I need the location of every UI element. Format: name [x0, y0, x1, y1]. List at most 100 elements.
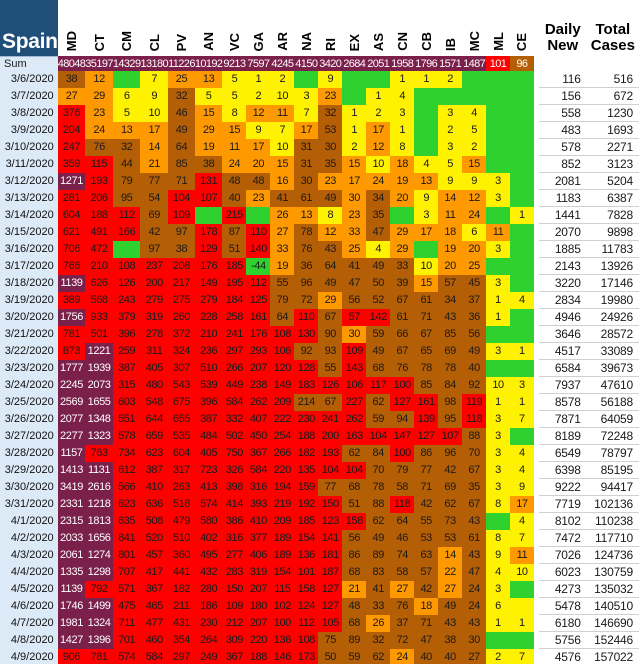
heatmap-cell[interactable]: 9	[486, 546, 510, 564]
heatmap-cell[interactable]: 127	[318, 597, 343, 615]
heatmap-cell[interactable]: 108	[294, 631, 319, 649]
heatmap-cell[interactable]: 78	[438, 359, 463, 377]
heatmap-cell[interactable]: 4	[366, 240, 391, 258]
heatmap-cell[interactable]: 40	[222, 189, 247, 207]
heatmap-cell[interactable]: 62	[366, 648, 391, 664]
heatmap-cell[interactable]: 53	[414, 529, 439, 547]
heatmap-cell[interactable]: 222	[270, 410, 295, 428]
heatmap-cell[interactable]: 130	[294, 325, 319, 343]
sum-cell[interactable]: 10192	[194, 56, 223, 71]
heatmap-cell[interactable]	[486, 87, 510, 105]
heatmap-cell[interactable]: 501	[85, 325, 113, 343]
heatmap-cell[interactable]: 37	[390, 614, 415, 632]
heatmap-cell[interactable]: 241	[318, 410, 343, 428]
heatmap-cell[interactable]: 10	[366, 155, 391, 173]
heatmap-cell[interactable]: 675	[168, 393, 195, 411]
heatmap-cell[interactable]: 210	[85, 257, 113, 275]
heatmap-cell[interactable]: 35	[318, 155, 343, 173]
heatmap-cell[interactable]: 933	[85, 308, 113, 326]
heatmap-cell[interactable]: 1	[509, 614, 534, 632]
heatmap-cell[interactable]: 62	[366, 512, 391, 530]
heatmap-cell[interactable]: 1139	[57, 580, 86, 598]
heatmap-cell[interactable]: 92	[462, 376, 487, 394]
heatmap-cell[interactable]: 98	[438, 393, 463, 411]
heatmap-cell[interactable]: 46	[168, 104, 195, 122]
heatmap-cell[interactable]: 100	[270, 614, 295, 632]
row-date-label[interactable]: 4/9/2020	[0, 648, 58, 664]
heatmap-cell[interactable]: 79	[390, 461, 415, 479]
heatmap-cell[interactable]: 2	[462, 138, 487, 156]
heatmap-cell[interactable]: 396	[112, 325, 141, 343]
heatmap-cell[interactable]: 1499	[85, 597, 113, 615]
heatmap-cell[interactable]: 97	[140, 240, 169, 258]
heatmap-cell[interactable]	[509, 121, 534, 139]
heatmap-cell[interactable]: 79	[270, 291, 295, 309]
heatmap-cell[interactable]: 50	[318, 648, 343, 664]
heatmap-cell[interactable]: 1	[342, 121, 367, 139]
heatmap-cell[interactable]: 574	[194, 495, 223, 513]
row-date-label[interactable]: 3/31/2020	[0, 495, 58, 513]
heatmap-cell[interactable]	[462, 71, 487, 88]
heatmap-cell[interactable]: 141	[318, 529, 343, 547]
heatmap-cell[interactable]: 6	[112, 87, 141, 105]
heatmap-cell[interactable]: 70	[462, 444, 487, 462]
heatmap-cell[interactable]: 1	[342, 104, 367, 122]
heatmap-cell[interactable]: 389	[57, 291, 86, 309]
row-date-label[interactable]: 3/23/2020	[0, 359, 58, 377]
heatmap-cell[interactable]: 1157	[57, 444, 86, 462]
heatmap-cell[interactable]: 194	[270, 478, 295, 496]
heatmap-cell[interactable]	[509, 257, 534, 275]
heatmap-cell[interactable]: 3	[486, 274, 510, 292]
row-date-label[interactable]: 4/5/2020	[0, 580, 58, 598]
heatmap-cell[interactable]: 23	[318, 172, 343, 190]
heatmap-cell[interactable]: 477	[140, 614, 169, 632]
heatmap-cell[interactable]: 188	[85, 206, 113, 224]
heatmap-cell[interactable]: 209	[270, 393, 295, 411]
heatmap-cell[interactable]: 2	[270, 71, 295, 88]
heatmap-cell[interactable]: 379	[112, 308, 141, 326]
heatmap-cell[interactable]: 83	[366, 563, 391, 581]
heatmap-cell[interactable]: 69	[438, 478, 463, 496]
heatmap-cell[interactable]: 520	[140, 529, 169, 547]
heatmap-cell[interactable]: 48	[222, 172, 247, 190]
column-header-ex[interactable]: EX	[342, 0, 367, 56]
heatmap-cell[interactable]: 472	[85, 240, 113, 258]
heatmap-cell[interactable]: 93	[318, 342, 343, 360]
row-date-label[interactable]: 3/9/2020	[0, 121, 58, 139]
row-date-label[interactable]: 4/7/2020	[0, 614, 58, 632]
heatmap-cell[interactable]: 417	[140, 563, 169, 581]
heatmap-cell[interactable]: 58	[390, 563, 415, 581]
heatmap-cell[interactable]: 324	[168, 342, 195, 360]
heatmap-cell[interactable]	[509, 274, 534, 292]
heatmap-cell[interactable]: 15	[414, 274, 439, 292]
heatmap-cell[interactable]: 18	[414, 597, 439, 615]
heatmap-cell[interactable]	[112, 71, 141, 88]
heatmap-cell[interactable]: 94	[390, 410, 415, 428]
heatmap-cell[interactable]: 46	[390, 529, 415, 547]
heatmap-cell[interactable]: 387	[194, 410, 223, 428]
heatmap-cell[interactable]: 26	[366, 614, 391, 632]
heatmap-cell[interactable]: 2616	[85, 478, 113, 496]
heatmap-cell[interactable]: 491	[85, 223, 113, 241]
heatmap-cell[interactable]: 108	[270, 325, 295, 343]
heatmap-cell[interactable]: 23	[246, 189, 271, 207]
heatmap-cell[interactable]: 43	[318, 240, 343, 258]
heatmap-cell[interactable]: 2	[438, 121, 463, 139]
heatmap-cell[interactable]: 873	[57, 342, 86, 360]
heatmap-cell[interactable]: 551	[112, 410, 141, 428]
heatmap-cell[interactable]	[246, 206, 271, 224]
heatmap-cell[interactable]: 147	[390, 427, 415, 445]
heatmap-cell[interactable]: 56	[462, 325, 487, 343]
heatmap-cell[interactable]: 65	[414, 342, 439, 360]
heatmap-cell[interactable]: 3	[486, 410, 510, 428]
row-date-label[interactable]: 3/27/2020	[0, 427, 58, 445]
heatmap-cell[interactable]: 59	[366, 325, 391, 343]
heatmap-cell[interactable]: 3	[486, 172, 510, 190]
row-date-label[interactable]: 4/2/2020	[0, 529, 58, 547]
heatmap-cell[interactable]: 263	[168, 478, 195, 496]
heatmap-cell[interactable]: 149	[270, 376, 295, 394]
heatmap-cell[interactable]: 1	[509, 342, 534, 360]
heatmap-cell[interactable]: 95	[438, 410, 463, 428]
heatmap-cell[interactable]: 139	[414, 410, 439, 428]
heatmap-cell[interactable]: 183	[294, 376, 319, 394]
